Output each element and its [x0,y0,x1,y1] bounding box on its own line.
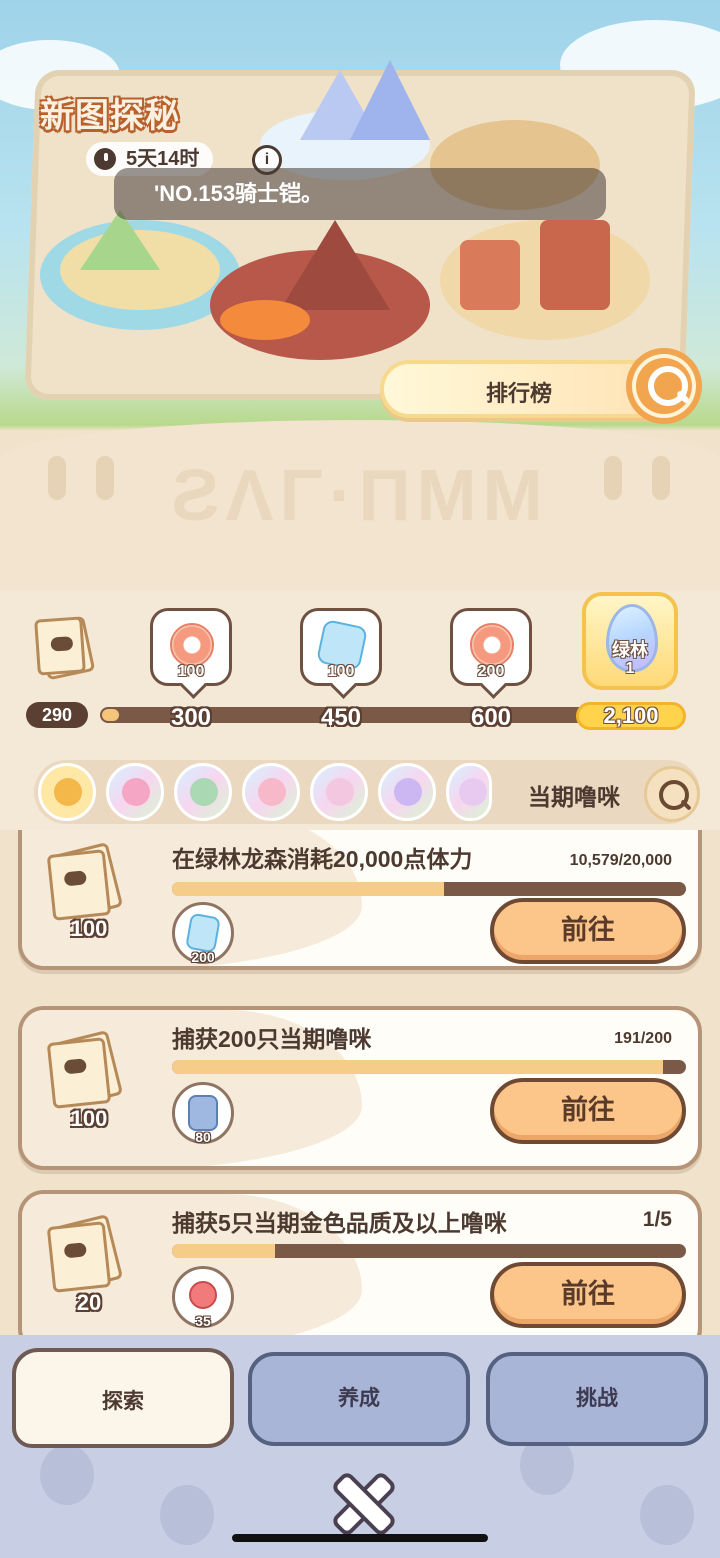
task-ticket-qty: 100 [70,916,108,941]
event-ticket-icon [34,615,96,681]
clock-icon [94,148,116,170]
egg-qty: 1 [625,660,635,677]
final-threshold: 2,100 [576,702,686,730]
creatures-search-icon[interactable] [644,766,700,822]
points-progress-fill [102,709,120,721]
event-title: 新图探秘 [40,97,180,135]
task-card: 20 捕获5只当期金色品质及以上噜咪 1/5 35 前往 [18,1190,702,1335]
home-indicator [232,1534,488,1542]
tab-challenge[interactable]: 挑战 [486,1352,708,1446]
task-title: 捕获5只当期金色品质及以上噜咪 [172,1210,507,1236]
task-progress-bar [172,882,686,896]
task-progress-fill [172,1060,663,1074]
candy-icon [189,1281,217,1309]
task-count: 1/5 [642,1208,672,1231]
creature-avatar[interactable] [242,763,300,821]
task-card: 100 在绿林龙森消耗20,000点体力 10,579/20,000 200 前… [18,830,702,970]
task-title: 在绿林龙森消耗20,000点体力 [172,846,473,872]
task-card: 100 捕获200只当期噜咪 191/200 80 前往 [18,1006,702,1170]
task-ticket-qty: 20 [76,1290,102,1315]
task-ticket-qty: 100 [70,1106,108,1131]
announcement-ticker: 'NO.153骑士铠。 [114,168,606,220]
task-progress-fill [172,882,444,896]
task-item-reward[interactable]: 80 [172,1082,234,1145]
task-item-reward[interactable]: 35 [172,1266,234,1329]
task-count: 10,579/20,000 [569,852,672,869]
task-progress-bar [172,1244,686,1258]
task-progress-fill [172,1244,275,1258]
tab-explore[interactable]: 探索 [12,1348,234,1448]
milestone-threshold: 600 [470,704,512,731]
egg-label: 绿林 [612,640,648,660]
creature-avatar[interactable] [174,763,232,821]
creature-avatar[interactable] [446,763,492,821]
creature-avatar[interactable] [106,763,164,821]
lightning-icon [185,912,221,954]
creature-avatar[interactable] [378,763,436,821]
task-count: 191/200 [614,1030,672,1047]
timer-text: 5天14时 [126,148,200,170]
milestone-threshold: 450 [320,704,362,731]
task-list: 100 在绿林龙森消耗20,000点体力 10,579/20,000 200 前… [0,830,720,1335]
leaderboard-label: 排行榜 [485,381,552,406]
task-go-button[interactable]: 前往 [490,1078,686,1144]
donut-icon [170,623,214,667]
donut-icon [470,623,514,667]
task-progress-bar [172,1060,686,1074]
task-go-button[interactable]: 前往 [490,1262,686,1328]
card-icon [188,1095,218,1131]
creature-avatar[interactable] [310,763,368,821]
final-reward-egg[interactable]: 绿林 1 [582,592,678,690]
task-item-reward[interactable]: 200 [172,902,234,965]
milestone-threshold: 300 [170,704,212,731]
current-points: 290 [26,702,88,728]
leaderboard-search-icon[interactable] [626,348,702,424]
tab-nurture[interactable]: 养成 [248,1352,470,1446]
task-title: 捕获200只当期噜咪 [172,1026,372,1052]
close-icon[interactable] [330,1470,390,1530]
brand-watermark: ƧΛΓ·ΠΜΜ [171,456,549,536]
task-go-button[interactable]: 前往 [490,898,686,964]
creature-avatar[interactable] [38,763,96,821]
current-creatures-label: 当期噜咪 [528,784,620,810]
